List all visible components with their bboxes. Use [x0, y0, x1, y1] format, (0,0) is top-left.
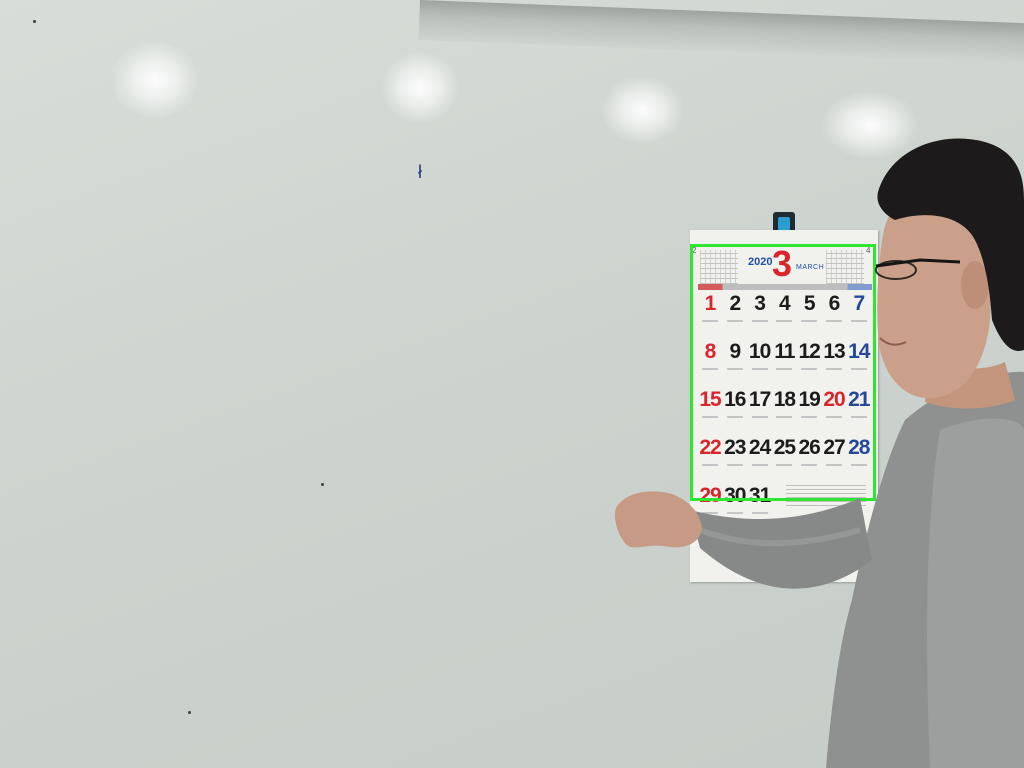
- person-sweater-shade: [927, 418, 1024, 768]
- person-ear: [961, 261, 989, 309]
- person-hand: [614, 491, 702, 548]
- photo-scene: ł 2 2020 3 MARCH 4 1 2 3 4 5 6 7 8 9 10 11 12 13 14 15…: [0, 0, 1024, 768]
- person-figure: [614, 138, 1024, 768]
